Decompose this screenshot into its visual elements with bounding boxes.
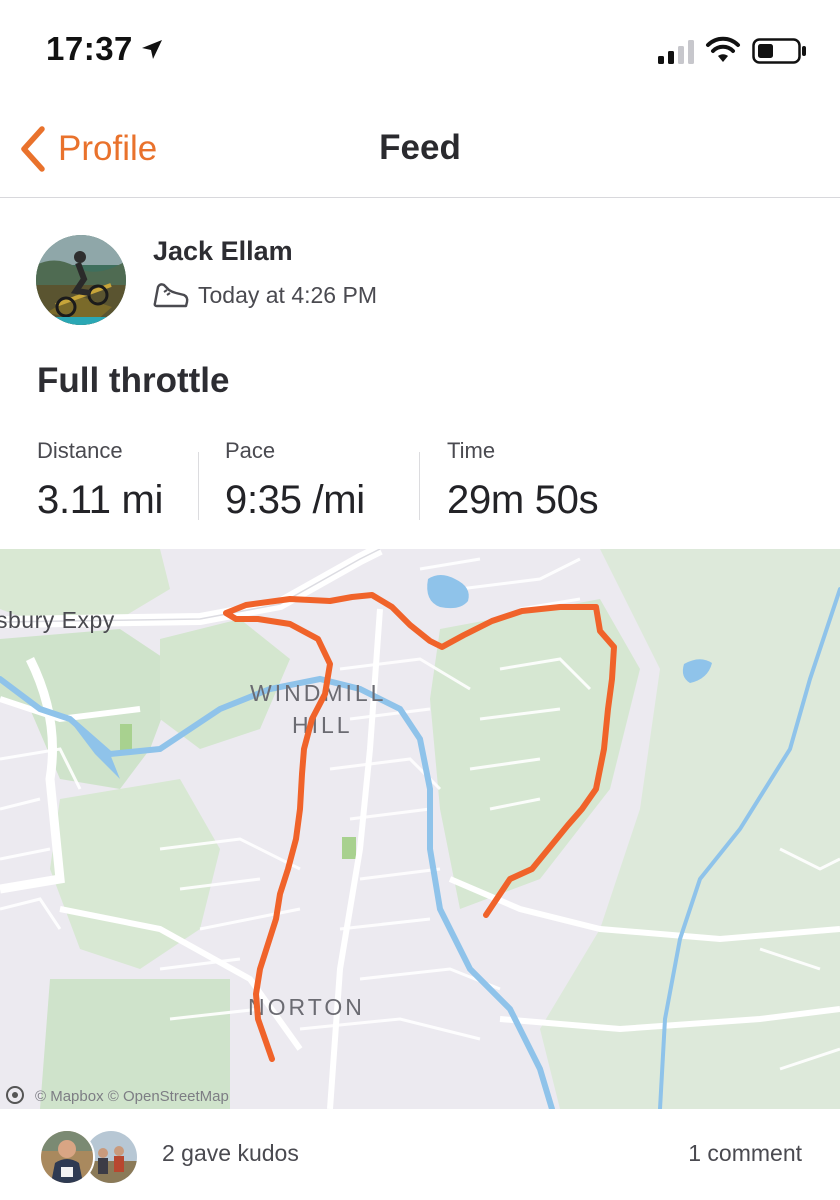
park-area xyxy=(342,837,356,859)
stat-label: Time xyxy=(447,438,496,463)
stat-time: Time 29m 50s xyxy=(447,438,599,523)
activity-footer: 2 gave kudos 1 comment xyxy=(0,1109,840,1200)
navigation-bar: Profile Feed xyxy=(0,100,840,198)
shoe-icon xyxy=(153,283,189,308)
athlete-avatar[interactable] xyxy=(36,235,126,325)
comments-count[interactable]: 1 comment xyxy=(688,1140,802,1167)
activity-timestamp: Today at 4:26 PM xyxy=(198,281,377,308)
stat-label: Pace xyxy=(225,438,276,463)
status-bar: 17:37 xyxy=(0,0,840,100)
activity-map[interactable]: sbury Expy WINDMILL HILL NORTON © Mapbox… xyxy=(0,549,840,1109)
location-arrow-icon xyxy=(142,40,162,59)
athlete-name[interactable]: Jack Ellam xyxy=(153,236,293,267)
activity-title[interactable]: Full throttle xyxy=(37,361,229,401)
stat-divider xyxy=(198,452,199,520)
stat-value: 9:35 /mi xyxy=(225,478,365,522)
stat-value: 3.11 mi xyxy=(37,478,164,522)
kudos-avatars[interactable] xyxy=(39,1129,139,1185)
road-label: sbury Expy xyxy=(0,607,115,633)
place-label: NORTON xyxy=(248,994,365,1020)
wifi-icon xyxy=(706,36,740,62)
stat-distance: Distance 3.11 mi xyxy=(37,438,163,523)
place-label: HILL xyxy=(292,712,353,738)
park-area xyxy=(120,724,132,750)
activity-meta: Today at 4:26 PM xyxy=(152,279,377,311)
kudos-count[interactable]: 2 gave kudos xyxy=(162,1140,299,1167)
stat-value: 29m 50s xyxy=(447,478,599,522)
cellular-signal-icon xyxy=(658,40,694,64)
stat-label: Distance xyxy=(37,438,123,463)
kudos-avatar xyxy=(39,1129,95,1185)
status-time: 17:37 xyxy=(46,30,133,67)
map-attribution[interactable]: © Mapbox © OpenStreetMap xyxy=(35,1088,229,1105)
battery-icon xyxy=(752,38,806,64)
stat-pace: Pace 9:35 /mi xyxy=(225,438,365,523)
page-title: Feed xyxy=(379,128,461,167)
mapbox-logo-dot xyxy=(12,1092,18,1098)
activity-stats: Distance 3.11 mi Pace 9:35 /mi Time 29m … xyxy=(0,438,840,528)
stat-divider xyxy=(419,452,420,520)
